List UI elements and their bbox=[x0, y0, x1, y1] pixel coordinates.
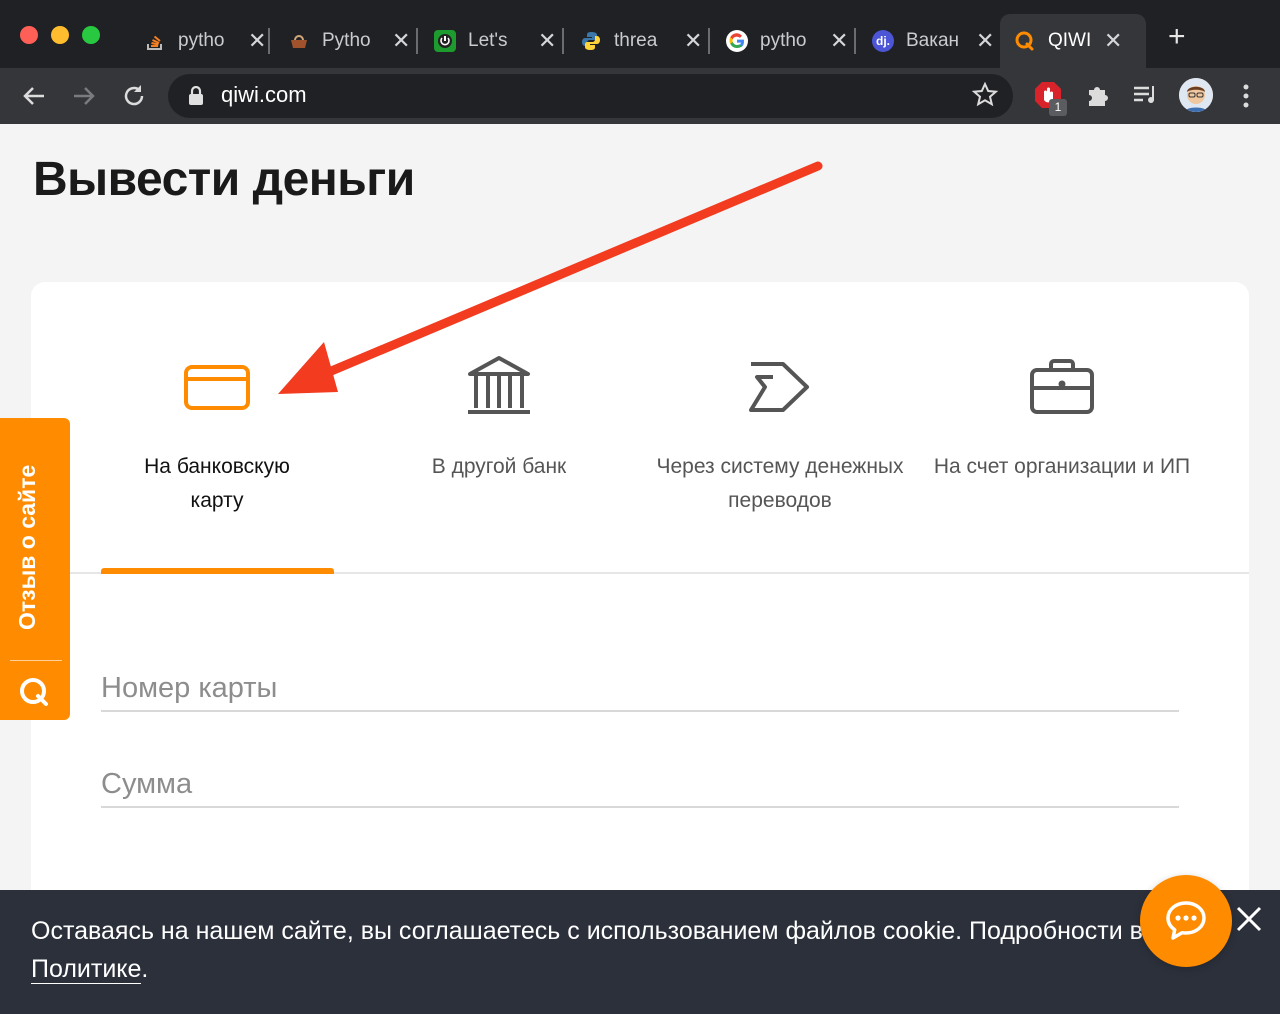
bookmark-star-icon[interactable] bbox=[972, 82, 998, 108]
money-transfer-icon bbox=[749, 362, 809, 412]
tab-money-transfer[interactable]: Через систему денежных переводов bbox=[640, 352, 920, 518]
window-close-button[interactable] bbox=[20, 26, 38, 44]
tab-other-bank[interactable]: В другой банк bbox=[359, 352, 639, 484]
url-text[interactable]: qiwi.com bbox=[221, 82, 307, 108]
tab-divider bbox=[854, 28, 856, 54]
tab-organization[interactable]: На счет организации и ИП bbox=[922, 352, 1202, 484]
withdraw-method-tabs: На банковскую карту В другой банк Через … bbox=[31, 282, 1249, 574]
django-icon: dj. bbox=[872, 30, 894, 52]
feedback-side-tab[interactable]: Отзыв о сайте bbox=[0, 418, 70, 720]
bank-card-icon bbox=[184, 365, 250, 410]
new-tab-button[interactable]: + bbox=[1168, 22, 1186, 52]
feedback-divider bbox=[10, 660, 62, 661]
tab-organization-label: На счет организации и ИП bbox=[933, 455, 1191, 478]
amount-input[interactable] bbox=[101, 752, 1179, 806]
extensions-puzzle-icon[interactable] bbox=[1083, 80, 1113, 110]
cookie-banner: Оставаясь на нашем сайте, вы соглашаетес… bbox=[0, 890, 1280, 1014]
tab-bank-card-label: На банковскую карту bbox=[144, 455, 290, 512]
close-icon[interactable]: ✕ bbox=[538, 30, 556, 52]
bank-building-icon bbox=[468, 356, 530, 414]
power-icon bbox=[434, 30, 456, 52]
profile-avatar[interactable] bbox=[1179, 78, 1213, 112]
stackoverflow-icon bbox=[144, 30, 166, 52]
close-icon[interactable]: ✕ bbox=[830, 30, 848, 52]
browser-tab-4[interactable]: threa ✕ bbox=[566, 14, 716, 68]
tab-other-bank-label: В другой банк bbox=[431, 455, 567, 478]
tab-money-transfer-label: Через систему денежных переводов bbox=[656, 455, 904, 512]
active-tab-indicator bbox=[101, 568, 334, 574]
tab-bank-card[interactable]: На банковскую карту bbox=[77, 352, 357, 518]
chat-button[interactable] bbox=[1140, 875, 1232, 967]
card-number-field[interactable] bbox=[101, 656, 1179, 712]
browser-tab-2[interactable]: Pytho ✕ bbox=[274, 14, 424, 68]
tab-divider bbox=[268, 28, 270, 54]
policy-link[interactable]: Политике bbox=[31, 955, 142, 984]
qiwi-icon bbox=[1014, 30, 1036, 52]
close-icon[interactable]: ✕ bbox=[1104, 30, 1122, 52]
lock-icon bbox=[189, 86, 203, 105]
browser-tab-5[interactable]: pytho ✕ bbox=[712, 14, 862, 68]
qiwi-logo-icon bbox=[20, 678, 48, 706]
chat-bubble-icon bbox=[1166, 901, 1206, 940]
withdraw-card: На банковскую карту В другой банк Через … bbox=[31, 282, 1249, 922]
python-icon bbox=[580, 30, 602, 52]
browser-tab-bar: pytho ✕ Pytho ✕ Let's ✕ threa ✕ pytho ✕ … bbox=[0, 0, 1280, 68]
amount-field[interactable] bbox=[101, 752, 1179, 808]
browser-tab-3[interactable]: Let's ✕ bbox=[420, 14, 570, 68]
media-control-icon[interactable] bbox=[1131, 80, 1161, 110]
page-title: Вывести деньги bbox=[33, 153, 415, 206]
extension-badge: 1 bbox=[1049, 99, 1067, 116]
browser-tab-1[interactable]: pytho ✕ bbox=[130, 14, 280, 68]
close-icon[interactable]: ✕ bbox=[684, 30, 702, 52]
forward-arrow-icon[interactable] bbox=[70, 82, 98, 110]
python-basket-icon bbox=[288, 30, 310, 52]
tab-divider bbox=[562, 28, 564, 54]
window-minimize-button[interactable] bbox=[51, 26, 69, 44]
close-icon[interactable]: ✕ bbox=[976, 30, 994, 52]
card-number-input[interactable] bbox=[101, 656, 1179, 710]
browser-tab-6[interactable]: dj. Вакан ✕ bbox=[858, 14, 1008, 68]
cookie-text: Оставаясь на нашем сайте, вы соглашаетес… bbox=[31, 917, 1143, 984]
reload-icon[interactable] bbox=[120, 82, 148, 110]
back-arrow-icon[interactable] bbox=[20, 82, 48, 110]
window-zoom-button[interactable] bbox=[82, 26, 100, 44]
close-icon[interactable]: ✕ bbox=[392, 30, 410, 52]
close-icon[interactable] bbox=[1234, 904, 1264, 934]
close-icon[interactable]: ✕ bbox=[248, 30, 266, 52]
briefcase-icon bbox=[1030, 359, 1094, 414]
google-icon bbox=[726, 30, 748, 52]
browser-tab-active[interactable]: QIWI ✕ bbox=[1000, 14, 1146, 68]
tab-divider bbox=[708, 28, 710, 54]
kebab-menu-icon[interactable] bbox=[1238, 82, 1254, 110]
tab-divider bbox=[416, 28, 418, 54]
feedback-label: Отзыв о сайте bbox=[14, 464, 40, 630]
